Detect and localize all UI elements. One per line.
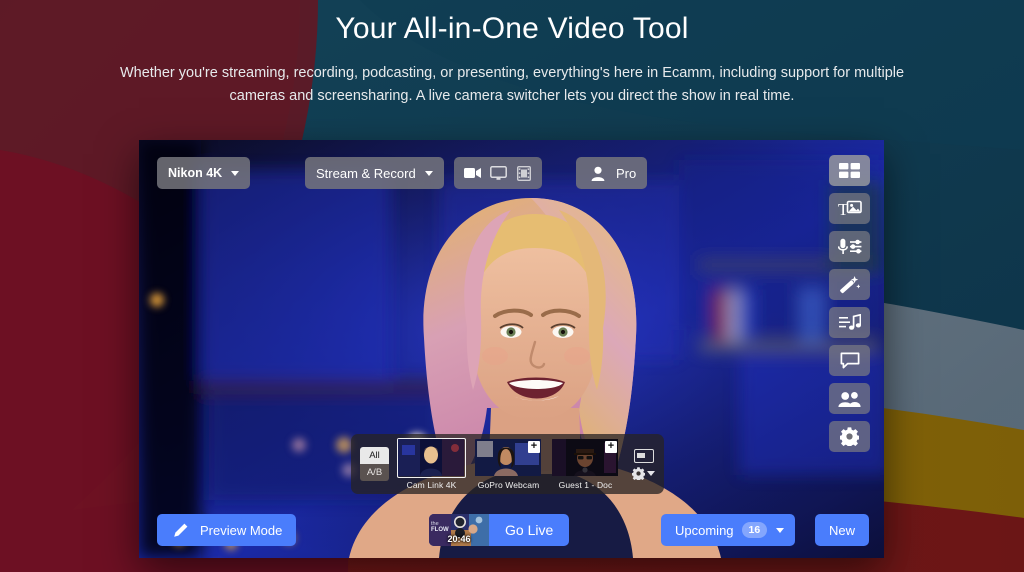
account-pro-button[interactable]: Pro — [576, 157, 648, 189]
svg-text:FLOW: FLOW — [431, 527, 449, 533]
switcher-controls — [632, 448, 655, 480]
add-camera-badge[interactable]: + — [528, 441, 540, 453]
camera-thumbnail-image — [397, 438, 466, 478]
upcoming-count-badge: 16 — [741, 522, 768, 538]
video-preview[interactable] — [139, 140, 884, 558]
camera-switcher: All A/B Cam Link 4K + GoPro Webcam + Gue… — [351, 434, 664, 494]
chevron-down-icon — [647, 470, 655, 476]
add-camera-badge[interactable]: + — [605, 441, 617, 453]
camera-thumbnail-guest-1-doc[interactable]: + Guest 1 - Doc — [551, 438, 620, 490]
sidebar-item-guests[interactable] — [829, 383, 870, 414]
camera-thumbnail-image: + — [551, 438, 620, 478]
stream-mode-label: Stream & Record — [316, 165, 416, 181]
chevron-down-icon — [231, 170, 240, 176]
switcher-mode-toggle[interactable]: All A/B — [360, 447, 389, 481]
switcher-settings-button[interactable] — [632, 466, 655, 480]
sidebar-item-settings[interactable] — [829, 421, 870, 452]
camera-thumbnail-cam-link-4k[interactable]: Cam Link 4K — [397, 438, 466, 490]
sidebar-item-sound[interactable] — [829, 307, 870, 338]
new-button[interactable]: New — [815, 514, 870, 546]
film-strip-icon[interactable] — [513, 162, 535, 184]
ecamm-app-window: Nikon 4K Stream & Record Pro T All A/B C… — [139, 140, 884, 558]
sidebar-item-audio[interactable] — [829, 231, 870, 262]
right-sidebar: T — [829, 155, 870, 452]
sidebar-item-comments[interactable] — [829, 345, 870, 376]
app-bottom-bar: Preview Mode the FLOW 20:46 Go Live Upco… — [139, 514, 884, 546]
camera-icon[interactable] — [461, 162, 483, 184]
pencil-icon — [169, 519, 191, 541]
camera-label: GoPro Webcam — [477, 480, 540, 490]
chevron-down-icon — [776, 527, 785, 533]
sidebar-item-layouts[interactable] — [829, 155, 870, 186]
go-live-button[interactable]: the FLOW 20:46 Go Live — [429, 514, 570, 546]
go-live-thumbnail: the FLOW 20:46 — [429, 514, 489, 546]
screen-share-icon[interactable] — [487, 162, 509, 184]
camera-source-label: Nikon 4K — [168, 166, 223, 180]
camera-thumbnail-list: Cam Link 4K + GoPro Webcam + Guest 1 - D… — [397, 438, 620, 490]
picture-in-picture-icon[interactable] — [633, 448, 654, 463]
camera-source-dropdown[interactable]: Nikon 4K — [157, 157, 251, 189]
camera-label: Guest 1 - Doc — [558, 480, 613, 490]
go-live-timestamp: 20:46 — [447, 534, 471, 544]
gear-icon — [632, 466, 645, 480]
account-pro-label: Pro — [616, 165, 637, 181]
switcher-mode-ab[interactable]: A/B — [360, 464, 389, 481]
upcoming-label: Upcoming — [675, 522, 734, 538]
sidebar-item-overlays[interactable]: T — [829, 193, 870, 224]
stream-mode-dropdown[interactable]: Stream & Record — [305, 157, 444, 189]
hero-section: Your All-in-One Video Tool Whether you'r… — [0, 0, 1024, 109]
go-live-label: Go Live — [505, 522, 554, 538]
camera-thumbnail-image: + — [474, 438, 543, 478]
view-mode-group — [454, 157, 542, 189]
preview-mode-label: Preview Mode — [200, 522, 283, 538]
new-label: New — [829, 522, 856, 538]
page-title: Your All-in-One Video Tool — [335, 12, 689, 45]
chevron-down-icon — [424, 170, 433, 176]
preview-mode-button[interactable]: Preview Mode — [157, 514, 297, 546]
switcher-mode-all[interactable]: All — [360, 447, 389, 464]
camera-thumbnail-gopro-webcam[interactable]: + GoPro Webcam — [474, 438, 543, 490]
upcoming-dropdown[interactable]: Upcoming 16 — [661, 514, 796, 546]
camera-label: Cam Link 4K — [406, 480, 457, 490]
page-subtitle: Whether you're streaming, recording, pod… — [119, 65, 905, 105]
sidebar-item-effects[interactable] — [829, 269, 870, 300]
person-icon — [587, 162, 609, 184]
